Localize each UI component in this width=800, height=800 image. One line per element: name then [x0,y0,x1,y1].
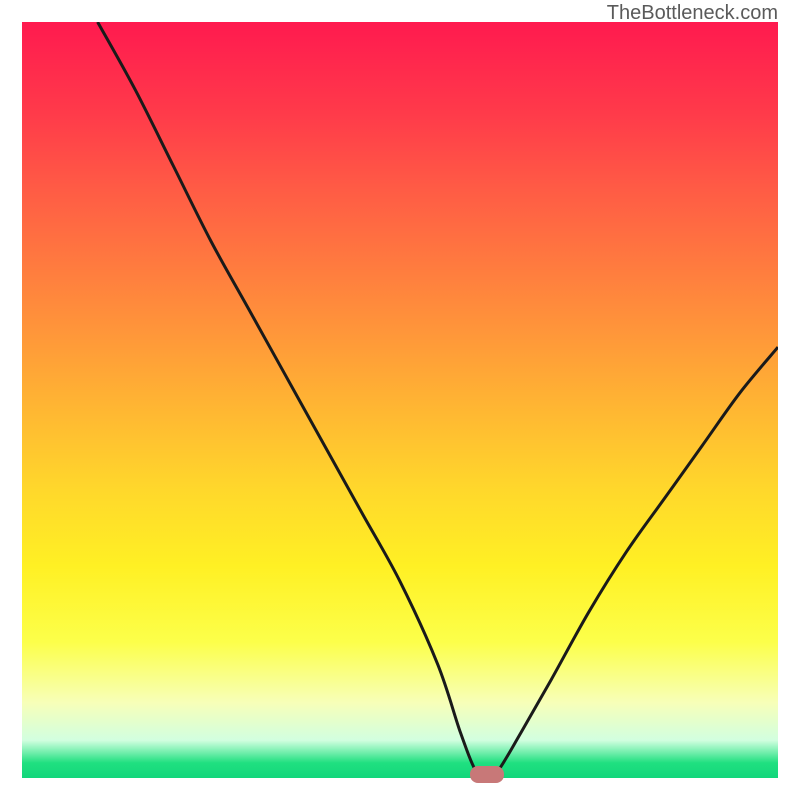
curve-layer [22,22,778,778]
bottleneck-curve [98,22,778,778]
optimal-marker [470,766,504,783]
chart-frame [22,22,778,778]
watermark-text: TheBottleneck.com [607,2,778,25]
